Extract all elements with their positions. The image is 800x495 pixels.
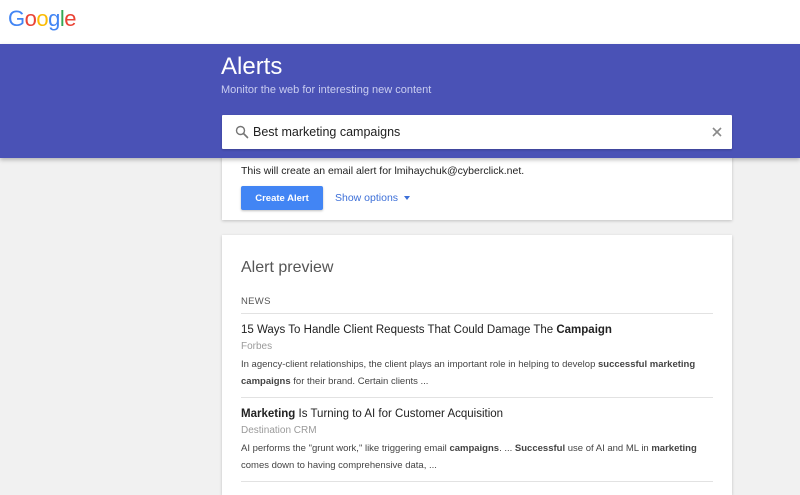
news-result-source: Destination CRM (241, 425, 317, 436)
news-result-title[interactable]: 15 Ways To Handle Client Requests That C… (241, 322, 713, 338)
search-icon (235, 125, 249, 139)
alert-preview-title: Alert preview (241, 259, 334, 276)
logo-letter: g (48, 6, 60, 31)
text-run: Is Turning to AI for Customer Acquisitio… (295, 408, 504, 420)
logo-letter: G (8, 6, 25, 31)
page-title: Alerts (221, 53, 283, 80)
text-run: In agency-client relationships, the clie… (241, 359, 598, 370)
show-options-label: Show options (335, 192, 399, 204)
highlighted-term: successful marketing (598, 359, 696, 370)
snippet-line: In agency-client relationships, the clie… (241, 356, 713, 373)
highlighted-term: Successful (514, 443, 566, 454)
alert-query-input[interactable]: Best marketing campaigns (222, 115, 732, 149)
close-icon[interactable] (710, 125, 724, 139)
news-result-source: Forbes (241, 341, 273, 352)
text-run: for their brand. Certain clients ... (290, 376, 429, 387)
highlighted-term: campaigns (449, 443, 500, 454)
logo-letter: o (36, 6, 49, 31)
news-result: 15 Ways To Handle Client Requests That C… (241, 322, 713, 390)
text-run: . ... (499, 443, 515, 454)
email-alert-note: This will create an email alert for lmih… (241, 165, 525, 177)
news-result: Marketing Is Turning to AI for Customer … (241, 406, 713, 474)
create-alert-button[interactable]: Create Alert (241, 186, 323, 210)
snippet-line: comes down to having comprehensive data,… (241, 457, 713, 474)
google-logo[interactable]: Google (8, 6, 77, 32)
snippet-line: campaigns for their brand. Certain clien… (241, 373, 713, 390)
news-result-snippet: In agency-client relationships, the clie… (241, 356, 713, 390)
divider (241, 481, 713, 482)
top-bar: Google (0, 0, 800, 44)
alert-preview-card: Alert preview NEWS 15 Ways To Handle Cli… (222, 235, 732, 495)
highlighted-term: Marketing (241, 408, 296, 420)
text-run: comes down to having comprehensive data,… (241, 460, 437, 471)
text-run: use of AI and ML in (565, 443, 652, 454)
show-options-link[interactable]: Show options (335, 192, 411, 204)
news-section-label: NEWS (241, 296, 271, 307)
text-run: 15 Ways To Handle Client Requests That C… (241, 324, 557, 336)
news-result-title[interactable]: Marketing Is Turning to AI for Customer … (241, 406, 713, 422)
logo-letter: e (64, 6, 77, 31)
highlighted-term: Campaign (556, 324, 612, 336)
alerts-header: Alerts Monitor the web for interesting n… (0, 44, 800, 158)
page-subtitle: Monitor the web for interesting new cont… (221, 84, 432, 96)
alert-query-text[interactable]: Best marketing campaigns (253, 125, 400, 139)
divider (241, 313, 713, 314)
logo-letter: o (24, 6, 37, 31)
dropdown-arrow-icon (404, 196, 411, 201)
highlighted-term: marketing (651, 443, 697, 454)
create-alert-card: This will create an email alert for lmih… (222, 152, 732, 220)
snippet-line: AI performs the "grunt work," like trigg… (241, 440, 713, 457)
text-run: AI performs the "grunt work," like trigg… (241, 443, 450, 454)
highlighted-term: campaigns (241, 376, 291, 387)
news-result-snippet: AI performs the "grunt work," like trigg… (241, 440, 713, 474)
divider (241, 397, 713, 398)
